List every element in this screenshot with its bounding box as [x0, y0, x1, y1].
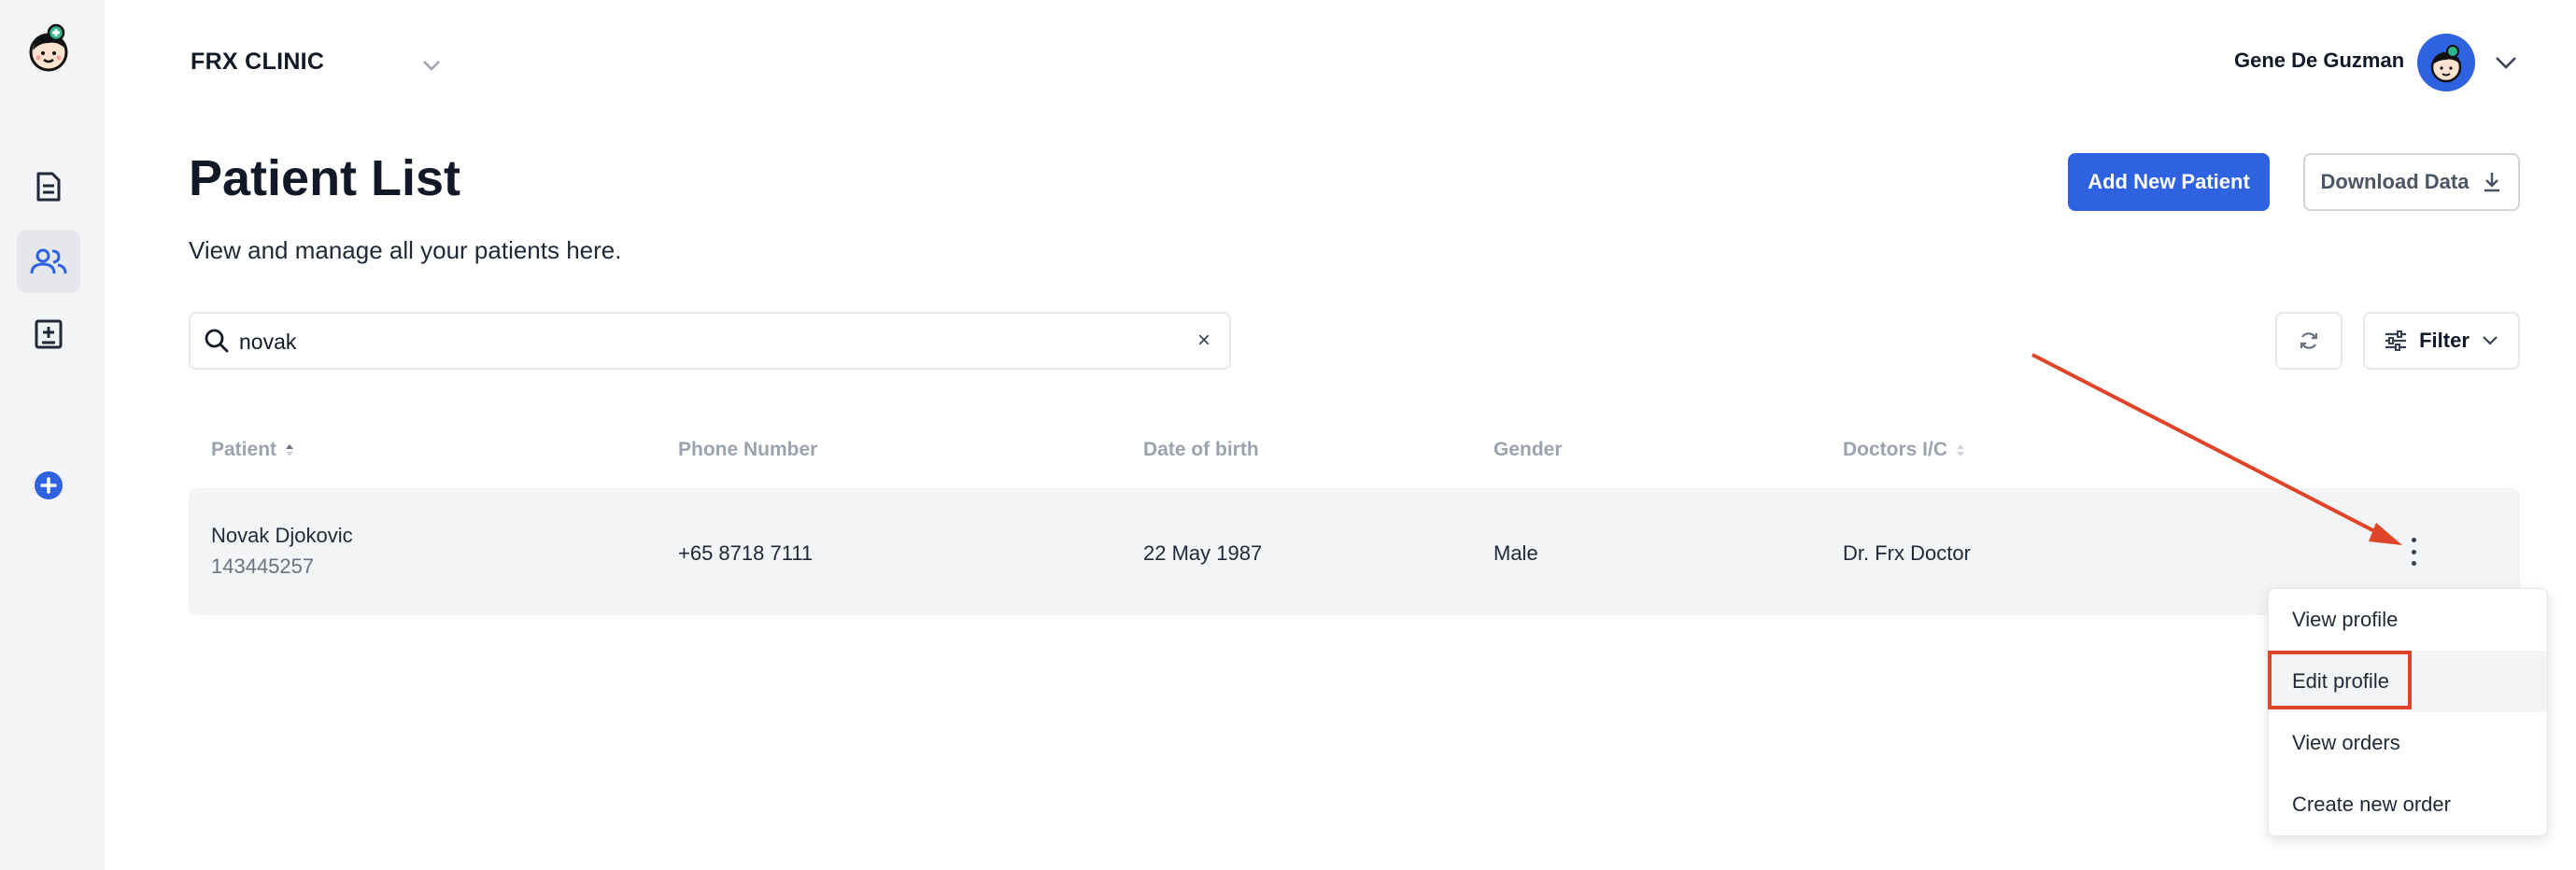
download-data-button[interactable]: Download Data [2303, 153, 2520, 211]
patient-gender: Male [1493, 541, 1538, 565]
avatar[interactable] [2417, 34, 2475, 91]
filter-button[interactable]: Filter [2363, 312, 2520, 370]
document-icon [36, 172, 61, 202]
column-header-label: Date of birth [1143, 439, 1259, 460]
user-name: Gene De Guzman [2234, 49, 2405, 72]
column-header-label: Gender [1493, 439, 1563, 460]
chevron-down-icon[interactable] [2494, 51, 2518, 74]
menu-item-view-profile[interactable]: View profile [2269, 589, 2547, 651]
patients-icon [30, 248, 67, 274]
table-row[interactable] [189, 488, 2520, 615]
sort-icon [1957, 444, 1965, 456]
row-actions-menu: View profile Edit profile View orders Cr… [2268, 588, 2548, 836]
logo-icon[interactable] [26, 22, 71, 75]
download-data-label: Download Data [2320, 170, 2470, 193]
sidebar-item-patients[interactable] [17, 230, 80, 293]
add-new-patient-button[interactable]: Add New Patient [2068, 153, 2270, 211]
menu-item-view-orders[interactable]: View orders [2269, 712, 2547, 774]
search-box: × [189, 312, 1231, 370]
sliders-icon [2385, 330, 2407, 351]
row-actions-kebab-icon[interactable] [2404, 538, 2423, 566]
sidebar-item-add-record[interactable] [17, 302, 80, 366]
plus-circle-icon [35, 471, 63, 499]
filter-label: Filter [2419, 329, 2470, 352]
patient-dob: 22 May 1987 [1143, 541, 1263, 565]
column-header-doctors[interactable]: Doctors I/C [1843, 439, 1966, 461]
sort-ascending-icon [286, 444, 294, 456]
column-header-label: Patient [211, 439, 277, 460]
patient-id: 143445257 [211, 554, 315, 578]
column-header-dob: Date of birth [1143, 439, 1259, 461]
menu-item-create-new-order[interactable]: Create new order [2269, 774, 2547, 835]
clear-search-icon[interactable]: × [1197, 330, 1210, 352]
column-header-label: Phone Number [678, 439, 818, 460]
sidebar [0, 0, 105, 870]
column-header-phone: Phone Number [678, 439, 817, 461]
patient-phone: +65 8718 7111 [678, 541, 814, 565]
patient-name[interactable]: Novak Djokovic [211, 524, 353, 548]
sidebar-item-create[interactable] [17, 454, 80, 517]
page-title: Patient List [189, 150, 461, 206]
clinic-selector[interactable]: FRX CLINIC [191, 49, 324, 76]
sidebar-item-documents[interactable] [17, 155, 80, 218]
annotation-highlight-box [2268, 651, 2412, 709]
search-input[interactable] [239, 325, 1173, 358]
column-header-label: Doctors I/C [1843, 439, 1948, 460]
refresh-icon [2300, 332, 2318, 349]
column-header-patient[interactable]: Patient [211, 439, 295, 461]
annotation-arrow-icon [2031, 353, 2402, 545]
add-record-icon [35, 319, 63, 349]
column-header-gender: Gender [1493, 439, 1563, 461]
page-subtitle: View and manage all your patients here. [189, 236, 622, 264]
refresh-button[interactable] [2275, 312, 2342, 370]
chevron-down-icon[interactable] [420, 54, 443, 77]
download-icon [2484, 173, 2500, 192]
chevron-down-icon [2483, 336, 2498, 345]
search-icon [205, 329, 229, 353]
patient-doctor: Dr. Frx Doctor [1843, 541, 1971, 565]
